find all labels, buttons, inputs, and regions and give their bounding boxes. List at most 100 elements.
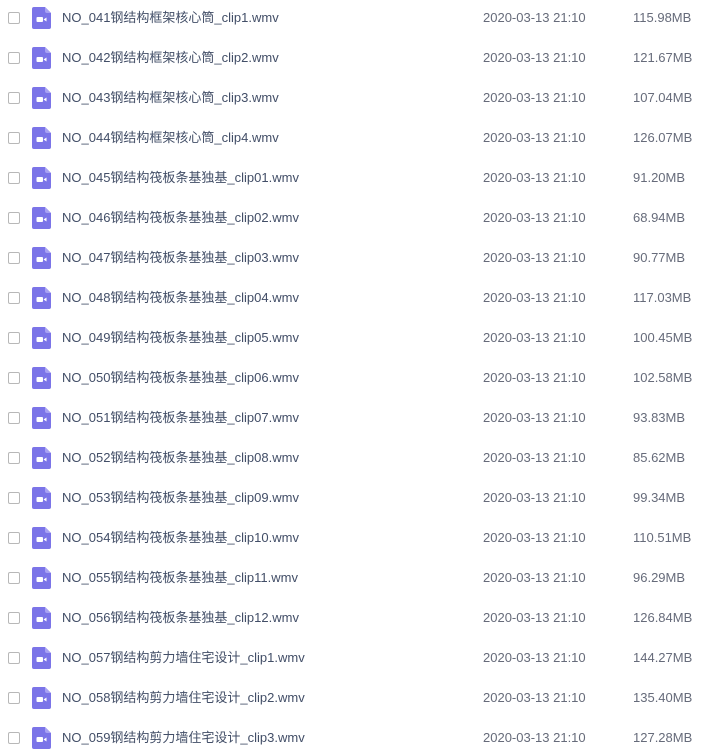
row-checkbox[interactable] xyxy=(8,372,20,384)
file-size: 85.62MB xyxy=(633,450,686,465)
file-row[interactable]: NO_050钢结构筏板条基独基_clip06.wmv 2020-03-13 21… xyxy=(0,360,726,400)
file-modified-date: 2020-03-13 21:10 xyxy=(483,210,586,225)
file-size: 127.28MB xyxy=(633,730,693,745)
file-modified-date: 2020-03-13 21:10 xyxy=(483,50,586,65)
file-modified-date: 2020-03-13 21:10 xyxy=(483,690,586,705)
file-list: NO_041钢结构框架核心筒_clip1.wmv 2020-03-13 21:1… xyxy=(0,0,726,756)
file-row[interactable]: NO_045钢结构筏板条基独基_clip01.wmv 2020-03-13 21… xyxy=(0,160,726,200)
file-row[interactable]: NO_041钢结构框架核心筒_clip1.wmv 2020-03-13 21:1… xyxy=(0,0,726,40)
video-file-icon xyxy=(32,247,51,269)
row-checkbox[interactable] xyxy=(8,172,20,184)
row-checkbox[interactable] xyxy=(8,532,20,544)
video-file-icon xyxy=(32,7,51,29)
file-row[interactable]: NO_048钢结构筏板条基独基_clip04.wmv 2020-03-13 21… xyxy=(0,280,726,320)
video-file-icon xyxy=(32,327,51,349)
file-row[interactable]: NO_046钢结构筏板条基独基_clip02.wmv 2020-03-13 21… xyxy=(0,200,726,240)
file-name[interactable]: NO_045钢结构筏板条基独基_clip01.wmv xyxy=(62,170,299,186)
row-checkbox[interactable] xyxy=(8,452,20,464)
file-size: 102.58MB xyxy=(633,370,693,385)
file-row[interactable]: NO_049钢结构筏板条基独基_clip05.wmv 2020-03-13 21… xyxy=(0,320,726,360)
file-modified-date: 2020-03-13 21:10 xyxy=(483,250,586,265)
file-name[interactable]: NO_050钢结构筏板条基独基_clip06.wmv xyxy=(62,370,299,386)
video-file-icon xyxy=(32,567,51,589)
row-checkbox[interactable] xyxy=(8,12,20,24)
video-file-icon xyxy=(32,87,51,109)
row-checkbox[interactable] xyxy=(8,732,20,744)
file-modified-date: 2020-03-13 21:10 xyxy=(483,490,586,505)
file-modified-date: 2020-03-13 21:10 xyxy=(483,530,586,545)
file-size: 91.20MB xyxy=(633,170,686,185)
file-row[interactable]: NO_057钢结构剪力墙住宅设计_clip1.wmv 2020-03-13 21… xyxy=(0,640,726,680)
file-name[interactable]: NO_054钢结构筏板条基独基_clip10.wmv xyxy=(62,530,299,546)
file-name[interactable]: NO_042钢结构框架核心筒_clip2.wmv xyxy=(62,50,279,66)
file-row[interactable]: NO_056钢结构筏板条基独基_clip12.wmv 2020-03-13 21… xyxy=(0,600,726,640)
row-checkbox[interactable] xyxy=(8,412,20,424)
file-size: 96.29MB xyxy=(633,570,686,585)
file-row[interactable]: NO_059钢结构剪力墙住宅设计_clip3.wmv 2020-03-13 21… xyxy=(0,720,726,756)
file-size: 100.45MB xyxy=(633,330,693,345)
file-size: 121.67MB xyxy=(633,50,693,65)
file-size: 99.34MB xyxy=(633,490,686,505)
file-name[interactable]: NO_044钢结构框架核心筒_clip4.wmv xyxy=(62,130,279,146)
file-row[interactable]: NO_043钢结构框架核心筒_clip3.wmv 2020-03-13 21:1… xyxy=(0,80,726,120)
file-row[interactable]: NO_055钢结构筏板条基独基_clip11.wmv 2020-03-13 21… xyxy=(0,560,726,600)
row-checkbox[interactable] xyxy=(8,572,20,584)
row-checkbox[interactable] xyxy=(8,292,20,304)
file-name[interactable]: NO_049钢结构筏板条基独基_clip05.wmv xyxy=(62,330,299,346)
file-size: 117.03MB xyxy=(633,290,692,305)
file-row[interactable]: NO_047钢结构筏板条基独基_clip03.wmv 2020-03-13 21… xyxy=(0,240,726,280)
file-size: 93.83MB xyxy=(633,410,686,425)
row-checkbox[interactable] xyxy=(8,492,20,504)
row-checkbox[interactable] xyxy=(8,652,20,664)
file-size: 115.98MB xyxy=(633,10,692,25)
video-file-icon xyxy=(32,527,51,549)
video-file-icon xyxy=(32,447,51,469)
file-size: 68.94MB xyxy=(633,210,686,225)
video-file-icon xyxy=(32,287,51,309)
file-row[interactable]: NO_051钢结构筏板条基独基_clip07.wmv 2020-03-13 21… xyxy=(0,400,726,440)
file-name[interactable]: NO_041钢结构框架核心筒_clip1.wmv xyxy=(62,10,279,26)
file-modified-date: 2020-03-13 21:10 xyxy=(483,330,586,345)
row-checkbox[interactable] xyxy=(8,132,20,144)
file-row[interactable]: NO_044钢结构框架核心筒_clip4.wmv 2020-03-13 21:1… xyxy=(0,120,726,160)
file-name[interactable]: NO_053钢结构筏板条基独基_clip09.wmv xyxy=(62,490,299,506)
row-checkbox[interactable] xyxy=(8,92,20,104)
row-checkbox[interactable] xyxy=(8,52,20,64)
file-row[interactable]: NO_053钢结构筏板条基独基_clip09.wmv 2020-03-13 21… xyxy=(0,480,726,520)
row-checkbox[interactable] xyxy=(8,332,20,344)
row-checkbox[interactable] xyxy=(8,612,20,624)
file-name[interactable]: NO_048钢结构筏板条基独基_clip04.wmv xyxy=(62,290,299,306)
video-file-icon xyxy=(32,647,51,669)
row-checkbox[interactable] xyxy=(8,692,20,704)
video-file-icon xyxy=(32,407,51,429)
video-file-icon xyxy=(32,487,51,509)
file-name[interactable]: NO_057钢结构剪力墙住宅设计_clip1.wmv xyxy=(62,650,305,666)
file-name[interactable]: NO_043钢结构框架核心筒_clip3.wmv xyxy=(62,90,279,106)
file-size: 90.77MB xyxy=(633,250,686,265)
file-modified-date: 2020-03-13 21:10 xyxy=(483,570,586,585)
video-file-icon xyxy=(32,47,51,69)
file-name[interactable]: NO_047钢结构筏板条基独基_clip03.wmv xyxy=(62,250,299,266)
row-checkbox[interactable] xyxy=(8,252,20,264)
file-modified-date: 2020-03-13 21:10 xyxy=(483,610,586,625)
file-row[interactable]: NO_058钢结构剪力墙住宅设计_clip2.wmv 2020-03-13 21… xyxy=(0,680,726,720)
file-size: 135.40MB xyxy=(633,690,693,705)
file-name[interactable]: NO_058钢结构剪力墙住宅设计_clip2.wmv xyxy=(62,690,305,706)
file-name[interactable]: NO_059钢结构剪力墙住宅设计_clip3.wmv xyxy=(62,730,305,746)
file-name[interactable]: NO_056钢结构筏板条基独基_clip12.wmv xyxy=(62,610,299,626)
file-row[interactable]: NO_052钢结构筏板条基独基_clip08.wmv 2020-03-13 21… xyxy=(0,440,726,480)
file-row[interactable]: NO_054钢结构筏板条基独基_clip10.wmv 2020-03-13 21… xyxy=(0,520,726,560)
row-checkbox[interactable] xyxy=(8,212,20,224)
file-modified-date: 2020-03-13 21:10 xyxy=(483,10,586,25)
video-file-icon xyxy=(32,167,51,189)
file-name[interactable]: NO_051钢结构筏板条基独基_clip07.wmv xyxy=(62,410,299,426)
file-modified-date: 2020-03-13 21:10 xyxy=(483,130,586,145)
video-file-icon xyxy=(32,687,51,709)
file-row[interactable]: NO_042钢结构框架核心筒_clip2.wmv 2020-03-13 21:1… xyxy=(0,40,726,80)
video-file-icon xyxy=(32,727,51,749)
file-modified-date: 2020-03-13 21:10 xyxy=(483,290,586,305)
file-name[interactable]: NO_046钢结构筏板条基独基_clip02.wmv xyxy=(62,210,299,226)
file-name[interactable]: NO_055钢结构筏板条基独基_clip11.wmv xyxy=(62,570,298,586)
file-name[interactable]: NO_052钢结构筏板条基独基_clip08.wmv xyxy=(62,450,299,466)
file-modified-date: 2020-03-13 21:10 xyxy=(483,170,586,185)
